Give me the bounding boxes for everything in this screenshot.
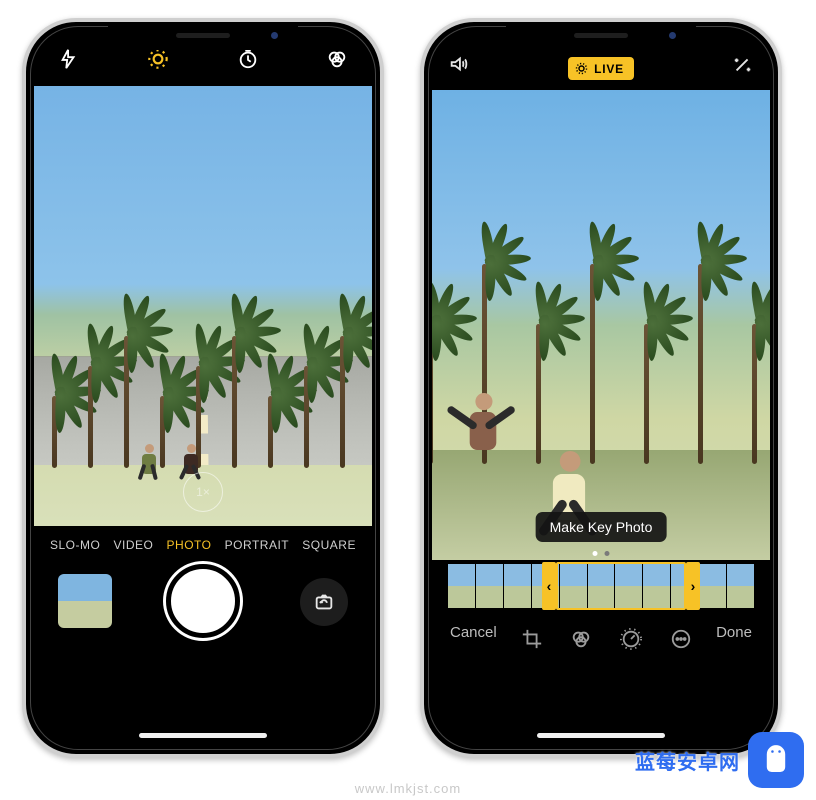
done-button[interactable]: Done — [716, 624, 752, 641]
screen-camera: document.write(Array.from({length:9}).ma… — [34, 30, 372, 746]
notch — [108, 22, 298, 50]
mode-slomo[interactable]: SLO-MO — [50, 538, 100, 552]
camera-bottom-bar — [34, 558, 372, 668]
more-icon[interactable] — [666, 624, 696, 654]
watermark-logo — [748, 732, 804, 788]
edit-preview[interactable]: document.write(Array.from({length:7}).ma… — [432, 90, 770, 560]
home-indicator[interactable] — [139, 733, 267, 738]
frame-scrubber[interactable]: document.write(Array.from({length:11}).m… — [432, 560, 770, 612]
zoom-toggle[interactable]: 1× — [183, 472, 223, 512]
iphone-frame-camera: document.write(Array.from({length:9}).ma… — [22, 18, 384, 758]
camera-mode-row[interactable]: SLO-MO VIDEO PHOTO PORTRAIT SQUARE — [34, 526, 372, 558]
mode-video[interactable]: VIDEO — [114, 538, 154, 552]
last-photo-thumbnail[interactable] — [58, 574, 112, 628]
scrubber-handle-left[interactable]: ‹ — [542, 562, 556, 610]
mode-square[interactable]: SQUARE — [302, 538, 356, 552]
cancel-button[interactable]: Cancel — [450, 624, 497, 641]
iphone-frame-edit: LIVE document.write(Array.from({length:7… — [420, 18, 782, 758]
flash-icon[interactable] — [52, 42, 86, 76]
notch — [506, 22, 696, 50]
scrubber-selection[interactable] — [556, 562, 686, 610]
adjust-dial-icon[interactable] — [616, 624, 646, 654]
watermark: 蓝莓安卓网 — [635, 732, 804, 788]
camera-flip-icon[interactable] — [300, 578, 348, 626]
watermark-brand-text: 蓝莓安卓网 — [635, 746, 740, 775]
screen-edit: LIVE document.write(Array.from({length:7… — [432, 30, 770, 746]
crop-icon[interactable] — [517, 624, 547, 654]
page-dots — [593, 551, 610, 556]
filters-icon[interactable] — [320, 42, 354, 76]
mode-portrait[interactable]: PORTRAIT — [225, 538, 289, 552]
sound-icon[interactable] — [448, 53, 470, 80]
watermark-url: www.lmkjst.com — [355, 781, 461, 796]
viewfinder[interactable]: document.write(Array.from({length:9}).ma… — [34, 86, 372, 526]
shutter-button[interactable] — [166, 564, 240, 638]
make-key-photo-button[interactable]: Make Key Photo — [536, 512, 667, 542]
edit-bottom-toolbar: Cancel Done — [432, 612, 770, 692]
mode-photo[interactable]: PHOTO — [167, 538, 212, 552]
live-badge-label: LIVE — [594, 62, 624, 76]
magic-wand-icon[interactable] — [732, 53, 754, 80]
scrubber-handle-right[interactable]: › — [686, 562, 700, 610]
filters-icon[interactable] — [566, 624, 596, 654]
live-badge[interactable]: LIVE — [568, 57, 634, 80]
